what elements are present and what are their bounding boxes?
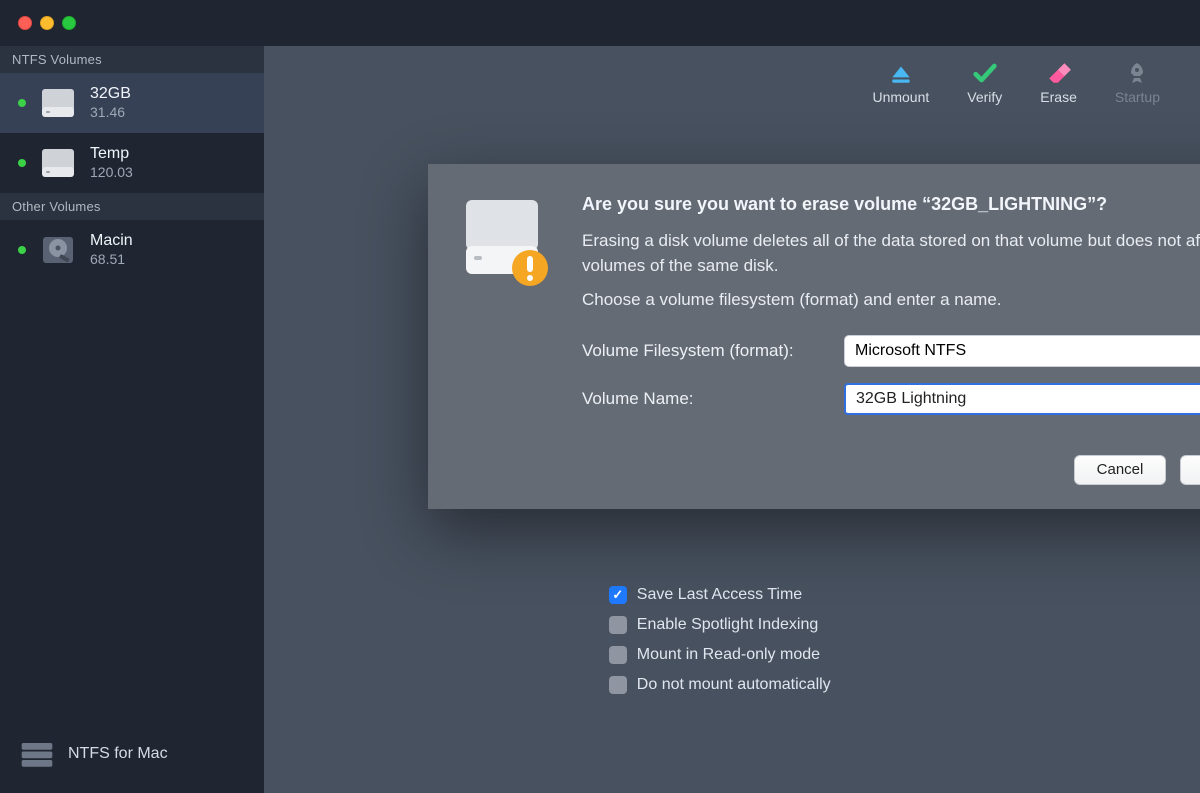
option-spotlight[interactable]: Enable Spotlight Indexing: [609, 616, 1200, 634]
name-label: Volume Name:: [582, 389, 832, 409]
titlebar: [0, 0, 1200, 46]
internal-drive-icon: [38, 230, 78, 270]
option-save-last-access[interactable]: Save Last Access Time: [609, 586, 1200, 604]
erase-confirm-sheet: Are you sure you want to erase volume “3…: [428, 164, 1200, 509]
sheet-desc: Choose a volume filesystem (format) and …: [582, 288, 1200, 313]
option-label: Do not mount automatically: [637, 676, 831, 694]
format-label: Volume Filesystem (format):: [582, 341, 832, 361]
eject-icon: [887, 59, 915, 87]
toolbar-label: Verify: [967, 89, 1002, 105]
content-area: Unmount Verify Erase Startup: [264, 46, 1200, 793]
sidebar-item-volume[interactable]: 32GB 31.46: [0, 73, 264, 133]
volume-size: 68.51: [90, 251, 133, 269]
drive-warning-icon: [458, 194, 554, 290]
checkbox-icon: [609, 646, 627, 664]
status-dot-icon: [18, 159, 26, 167]
sidebar-section-header: Other Volumes: [0, 193, 264, 220]
sidebar-section-header: NTFS Volumes: [0, 46, 264, 73]
sidebar-item-volume[interactable]: Temp 120.03: [0, 133, 264, 193]
eraser-icon: [1045, 59, 1073, 87]
toolbar-label: Erase: [1040, 89, 1077, 105]
status-dot-icon: [18, 246, 26, 254]
toolbar-label: Startup: [1115, 89, 1160, 105]
volume-size: 120.03: [90, 164, 133, 182]
external-drive-icon: [38, 143, 78, 183]
volume-size: 31.46: [90, 104, 131, 122]
volume-name: Macin: [90, 231, 133, 251]
option-label: Save Last Access Time: [637, 586, 802, 604]
app-name: NTFS for Mac: [68, 745, 168, 763]
app-brand: NTFS for Mac: [0, 723, 264, 793]
mount-options: Save Last Access Time Enable Spotlight I…: [328, 586, 1200, 694]
volume-name: Temp: [90, 144, 133, 164]
format-select[interactable]: Microsoft NTFS: [844, 335, 1200, 367]
volume-name-input[interactable]: [844, 383, 1200, 415]
unmount-button[interactable]: Unmount: [872, 59, 929, 105]
toolbar: Unmount Verify Erase Startup: [264, 46, 1200, 118]
checkbox-icon: [609, 616, 627, 634]
erase-button[interactable]: Erase: [1040, 59, 1077, 105]
startup-button[interactable]: Startup: [1115, 59, 1160, 105]
volume-name: 32GB: [90, 84, 131, 104]
option-read-only[interactable]: Mount in Read-only mode: [609, 646, 1200, 664]
traffic-light-close[interactable]: [18, 16, 32, 30]
toolbar-label: Unmount: [872, 89, 929, 105]
option-no-automount[interactable]: Do not mount automatically: [609, 676, 1200, 694]
check-icon: [971, 59, 999, 87]
checkbox-icon: [609, 586, 627, 604]
drives-icon: [20, 741, 54, 767]
sidebar: NTFS Volumes 32GB 31.46 Temp 120.03 Othe…: [0, 46, 264, 793]
option-label: Mount in Read-only mode: [637, 646, 820, 664]
rocket-icon: [1123, 59, 1151, 87]
status-dot-icon: [18, 99, 26, 107]
traffic-light-minimize[interactable]: [40, 16, 54, 30]
cancel-button[interactable]: Cancel: [1074, 455, 1166, 485]
erase-confirm-button[interactable]: Erase: [1180, 455, 1200, 485]
verify-button[interactable]: Verify: [967, 59, 1002, 105]
external-drive-icon: [38, 83, 78, 123]
checkbox-icon: [609, 676, 627, 694]
traffic-light-zoom[interactable]: [62, 16, 76, 30]
sheet-title: Are you sure you want to erase volume “3…: [582, 194, 1200, 215]
sheet-desc: Erasing a disk volume deletes all of the…: [582, 229, 1200, 278]
option-label: Enable Spotlight Indexing: [637, 616, 818, 634]
sidebar-item-volume[interactable]: Macin 68.51: [0, 220, 264, 280]
